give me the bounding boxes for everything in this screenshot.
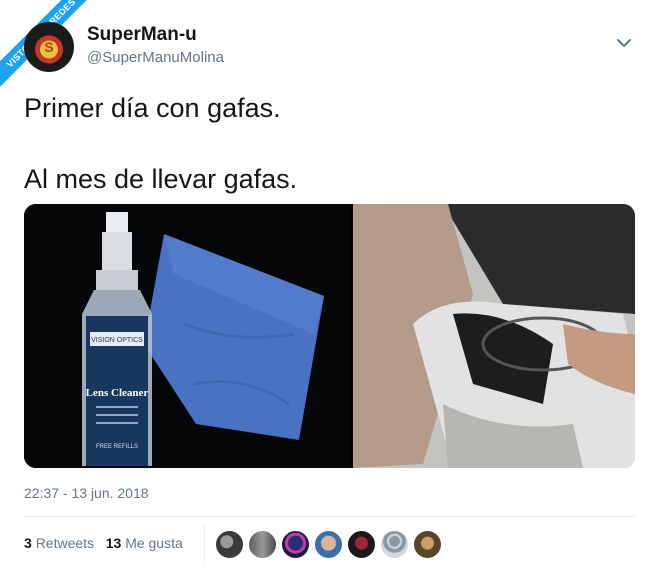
tweet-media[interactable]: VISION OPTICS Lens Cleaner FREE REFILLS <box>24 204 635 468</box>
likes-label: Me gusta <box>125 535 183 551</box>
divider <box>24 516 635 517</box>
bottle-subtext: FREE REFILLS <box>96 444 138 450</box>
liker-avatar[interactable] <box>248 530 277 559</box>
user-name[interactable]: SuperMan-u <box>87 24 197 46</box>
tweet-timestamp[interactable]: 22:37 - 13 jun. 2018 <box>24 485 149 501</box>
tweet-text-line-2: Al mes de llevar gafas. <box>24 164 298 194</box>
liker-avatar[interactable] <box>215 530 244 559</box>
tweet-text-line-1: Primer día con gafas. <box>24 93 281 123</box>
liker-avatar[interactable] <box>281 530 310 559</box>
user-handle[interactable]: @SuperManuMolina <box>87 49 224 66</box>
media-photo-lens-cleaner: VISION OPTICS Lens Cleaner FREE REFILLS <box>24 204 351 468</box>
retweets-count: 3 <box>24 535 32 551</box>
likes-stat[interactable]: 13 Me gusta <box>106 535 183 551</box>
liker-avatar[interactable] <box>314 530 343 559</box>
retweets-stat[interactable]: 3 Retweets <box>24 535 94 551</box>
media-photo-shirt-wipe <box>353 204 635 468</box>
avatar[interactable]: S <box>24 22 74 72</box>
liker-avatar[interactable] <box>347 530 376 559</box>
liker-avatar[interactable] <box>413 530 442 559</box>
bottle-brand: VISION OPTICS <box>91 337 143 344</box>
likes-count: 13 <box>105 535 122 551</box>
tweet-card: VISTOENLASREDES S SuperMan-u @SuperManuM… <box>0 0 653 573</box>
tweet-stats: 3 Retweets 13 Me gusta <box>24 535 183 551</box>
liker-avatar[interactable] <box>380 530 409 559</box>
stats-separator <box>204 524 205 562</box>
chevron-down-icon[interactable] <box>615 36 633 50</box>
retweets-label: Retweets <box>35 535 95 551</box>
bottle-label: Lens Cleaner <box>86 387 149 399</box>
